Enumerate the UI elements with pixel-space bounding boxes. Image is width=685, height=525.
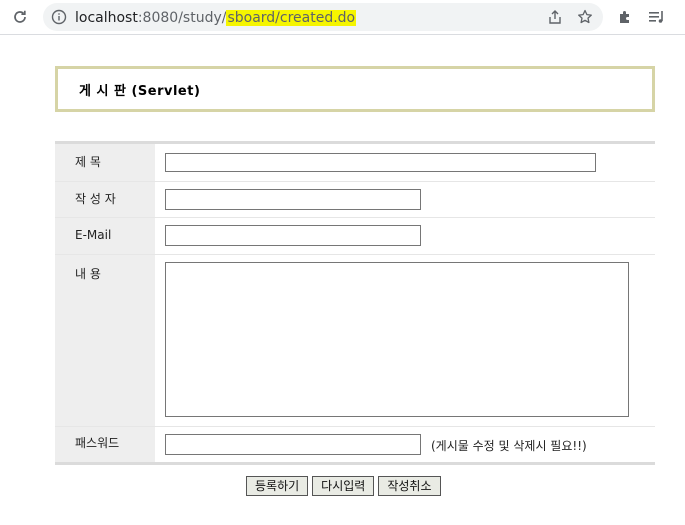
email-label: E-Mail [55,218,155,254]
register-button[interactable]: 등록하기 [246,476,309,496]
browser-toolbar: localhost:8080/study/sboard/created.do [0,0,685,35]
url-path: :8080/study/ [137,10,227,26]
url-highlighted-path: sboard/created.do [226,10,357,26]
password-row: 패스워드 (게시물 수정 및 삭제시 필요!!) [55,427,655,462]
bookmark-star-icon[interactable] [575,7,595,27]
reload-icon[interactable] [8,5,32,29]
content-row: 내 용 [55,255,655,427]
content-label: 내 용 [55,255,155,426]
url-text: localhost:8080/study/sboard/created.do [75,9,357,27]
subject-input[interactable] [165,153,596,172]
write-form: 제 목 작 성 자 E-Mail 내 용 패스워드 (게시물 수정 및 삭제시 … [55,141,655,465]
password-label: 패스워드 [55,427,155,462]
cancel-button[interactable]: 작성취소 [378,476,441,496]
password-cell: (게시물 수정 및 삭제시 필요!!) [155,427,655,462]
writer-cell [155,182,655,217]
reading-list-icon[interactable] [646,6,668,28]
password-hint: (게시물 수정 및 삭제시 필요!!) [431,439,587,453]
email-cell [155,218,655,254]
page-title: 게 시 판 (Servlet) [79,84,201,99]
subject-cell [155,144,655,181]
email-input[interactable] [165,225,421,246]
address-bar[interactable]: localhost:8080/study/sboard/created.do [43,3,603,31]
password-input[interactable] [165,434,421,455]
board-title-box: 게 시 판 (Servlet) [55,66,655,112]
info-icon[interactable] [51,9,67,25]
form-buttons: 등록하기 다시입력 작성취소 [246,476,441,496]
content-cell [155,255,655,426]
email-row: E-Mail [55,218,655,255]
reset-button[interactable]: 다시입력 [312,476,375,496]
subject-row: 제 목 [55,144,655,182]
url-host: localhost [75,10,138,26]
writer-label: 작 성 자 [55,182,155,217]
writer-input[interactable] [165,189,421,210]
writer-row: 작 성 자 [55,182,655,218]
share-icon[interactable] [545,7,565,27]
subject-label: 제 목 [55,144,155,181]
extensions-icon[interactable] [614,6,636,28]
content-textarea[interactable] [165,262,629,417]
